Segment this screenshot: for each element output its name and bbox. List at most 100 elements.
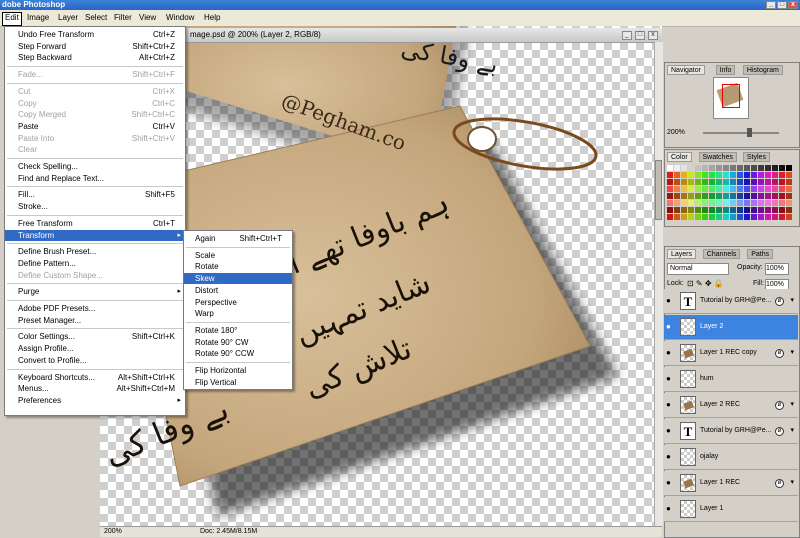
color-swatch[interactable] bbox=[765, 200, 772, 207]
layer-visibility-eye-icon[interactable]: ● bbox=[666, 505, 674, 513]
color-swatch[interactable] bbox=[723, 200, 730, 207]
layer-effects-expand-icon[interactable]: ▾ bbox=[790, 400, 794, 408]
color-swatch[interactable] bbox=[730, 172, 737, 179]
color-swatch[interactable] bbox=[772, 214, 779, 221]
menu-item-transform[interactable]: Transform ▸ bbox=[5, 229, 185, 241]
color-swatch[interactable] bbox=[702, 200, 709, 207]
layer-name[interactable]: Layer 2 REC bbox=[700, 401, 740, 408]
layer-row[interactable]: ● Layer 1 REC ø ▾ bbox=[664, 471, 798, 496]
layer-visibility-eye-icon[interactable]: ● bbox=[666, 323, 674, 331]
menu-item-again[interactable]: Again Shift+Ctrl+T bbox=[184, 233, 292, 244]
color-swatch[interactable] bbox=[737, 186, 744, 193]
menu-item-color-settings[interactable]: Color Settings... Shift+Ctrl+K bbox=[5, 331, 185, 342]
menu-item-assign-profile[interactable]: Assign Profile... bbox=[5, 343, 185, 354]
menu-item-adobe-pdf-presets[interactable]: Adobe PDF Presets... bbox=[5, 303, 185, 314]
color-swatch[interactable] bbox=[765, 165, 772, 172]
color-swatch[interactable] bbox=[772, 165, 779, 172]
color-swatch[interactable] bbox=[737, 165, 744, 172]
color-swatch[interactable] bbox=[786, 200, 793, 207]
color-swatch[interactable] bbox=[737, 172, 744, 179]
color-swatch[interactable] bbox=[681, 186, 688, 193]
color-swatch[interactable] bbox=[751, 193, 758, 200]
color-swatch[interactable] bbox=[779, 186, 786, 193]
color-swatch[interactable] bbox=[751, 165, 758, 172]
color-swatch[interactable] bbox=[779, 200, 786, 207]
color-swatch[interactable] bbox=[667, 200, 674, 207]
color-swatch[interactable] bbox=[765, 172, 772, 179]
lock-icons[interactable]: ⊡ ✎ ✥ 🔒 bbox=[687, 279, 724, 288]
color-swatch[interactable] bbox=[667, 214, 674, 221]
menu-item-preferences[interactable]: Preferences ▸ bbox=[5, 395, 185, 406]
menu-item-convert-to-profile[interactable]: Convert to Profile... bbox=[5, 355, 185, 366]
color-swatch[interactable] bbox=[758, 186, 765, 193]
menu-item-rotate-180[interactable]: Rotate 180° bbox=[184, 325, 292, 336]
color-swatch[interactable] bbox=[765, 207, 772, 214]
layer-effects-expand-icon[interactable]: ▾ bbox=[790, 348, 794, 356]
menu-image[interactable]: Image bbox=[25, 12, 51, 24]
menu-item-copy[interactable]: Copy Ctrl+C bbox=[5, 98, 185, 109]
color-swatch[interactable] bbox=[730, 186, 737, 193]
menu-filter[interactable]: Filter bbox=[112, 12, 134, 24]
color-swatch[interactable] bbox=[716, 186, 723, 193]
color-swatch[interactable] bbox=[779, 172, 786, 179]
layer-name[interactable]: Layer 1 REC copy bbox=[700, 349, 757, 356]
menu-item-rotate-90-ccw[interactable]: Rotate 90° CCW bbox=[184, 348, 292, 359]
menu-item-paste-into[interactable]: Paste Into Shift+Ctrl+V bbox=[5, 133, 185, 144]
color-swatch[interactable] bbox=[744, 193, 751, 200]
color-swatch[interactable] bbox=[667, 186, 674, 193]
color-swatch[interactable] bbox=[723, 186, 730, 193]
color-swatch[interactable] bbox=[744, 200, 751, 207]
color-swatch[interactable] bbox=[723, 172, 730, 179]
menu-item-find-and-replace-text[interactable]: Find and Replace Text... bbox=[5, 173, 185, 184]
color-swatch[interactable] bbox=[695, 214, 702, 221]
menu-item-step-backward[interactable]: Step Backward Alt+Ctrl+Z bbox=[5, 52, 185, 63]
menu-item-warp[interactable]: Warp bbox=[184, 308, 292, 319]
color-swatch[interactable] bbox=[709, 172, 716, 179]
color-swatch[interactable] bbox=[765, 186, 772, 193]
color-swatch[interactable] bbox=[681, 200, 688, 207]
color-swatch[interactable] bbox=[695, 207, 702, 214]
color-swatch[interactable] bbox=[723, 207, 730, 214]
layer-effects-expand-icon[interactable]: ▾ bbox=[790, 296, 794, 304]
layer-name[interactable]: Tutorial by GRH@Pe... bbox=[700, 297, 771, 304]
color-swatch[interactable] bbox=[744, 214, 751, 221]
color-swatch[interactable] bbox=[702, 179, 709, 186]
doc-close-icon[interactable]: x bbox=[648, 31, 658, 40]
color-swatch[interactable] bbox=[744, 179, 751, 186]
color-swatch[interactable] bbox=[688, 172, 695, 179]
menu-item-distort[interactable]: Distort bbox=[184, 285, 292, 296]
color-swatch[interactable] bbox=[765, 193, 772, 200]
color-swatch[interactable] bbox=[772, 193, 779, 200]
layer-name[interactable]: Layer 1 REC bbox=[700, 479, 740, 486]
layer-row[interactable]: ● hum bbox=[664, 367, 798, 392]
color-swatch[interactable] bbox=[737, 193, 744, 200]
color-swatch[interactable] bbox=[716, 207, 723, 214]
color-swatch[interactable] bbox=[674, 165, 681, 172]
color-swatch[interactable] bbox=[730, 165, 737, 172]
menu-view[interactable]: View bbox=[137, 12, 158, 24]
color-swatch[interactable] bbox=[709, 207, 716, 214]
tab-info[interactable]: Info bbox=[715, 65, 736, 75]
color-swatch[interactable] bbox=[702, 207, 709, 214]
color-swatch[interactable] bbox=[779, 193, 786, 200]
color-swatch[interactable] bbox=[779, 214, 786, 221]
color-swatch[interactable] bbox=[702, 214, 709, 221]
color-swatch[interactable] bbox=[730, 207, 737, 214]
layer-row[interactable]: ● Layer 2 bbox=[664, 315, 798, 340]
menu-item-preset-manager[interactable]: Preset Manager... bbox=[5, 315, 185, 326]
color-swatch[interactable] bbox=[702, 172, 709, 179]
color-swatch[interactable] bbox=[688, 179, 695, 186]
color-swatch[interactable] bbox=[744, 172, 751, 179]
color-swatch[interactable] bbox=[758, 172, 765, 179]
color-swatch[interactable] bbox=[723, 179, 730, 186]
color-swatch[interactable] bbox=[688, 214, 695, 221]
color-swatch[interactable] bbox=[723, 165, 730, 172]
color-swatch[interactable] bbox=[737, 200, 744, 207]
color-swatch[interactable] bbox=[695, 165, 702, 172]
color-swatch[interactable] bbox=[758, 193, 765, 200]
color-swatch[interactable] bbox=[716, 179, 723, 186]
color-swatch[interactable] bbox=[779, 165, 786, 172]
color-swatch[interactable] bbox=[751, 172, 758, 179]
color-swatch[interactable] bbox=[744, 186, 751, 193]
color-swatch[interactable] bbox=[681, 214, 688, 221]
